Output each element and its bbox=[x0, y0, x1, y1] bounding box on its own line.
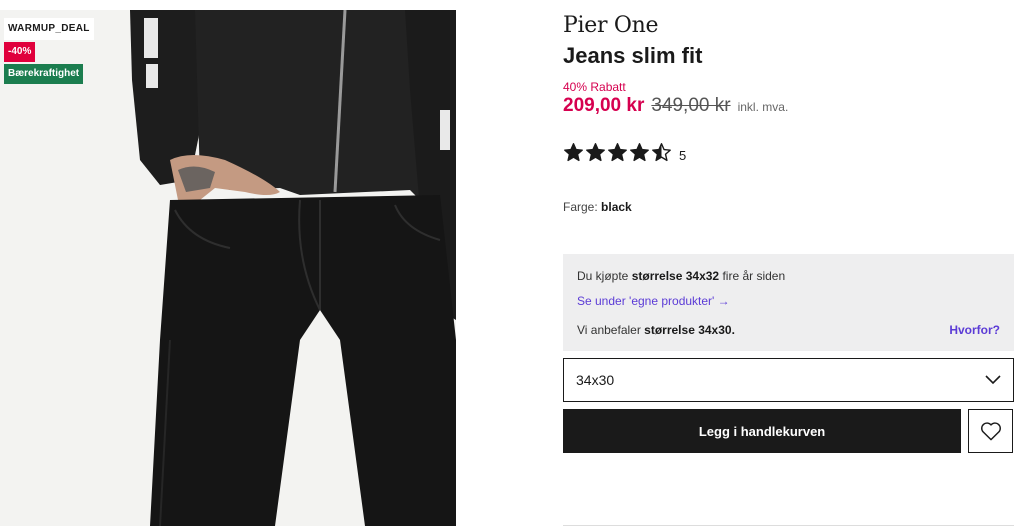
color-row: Farge: black bbox=[563, 200, 1013, 214]
purchased-prefix: Du kjøpte bbox=[577, 269, 629, 283]
size-select[interactable]: 34x30 bbox=[563, 358, 1014, 402]
deal-badge: WARMUP_DEAL bbox=[4, 18, 94, 40]
recommended-size-text: Vi anbefaler størrelse 34x30. bbox=[577, 323, 735, 337]
purchased-suffix: fire år siden bbox=[722, 269, 786, 283]
size-select-value: 34x30 bbox=[576, 372, 615, 388]
star-icon bbox=[608, 143, 627, 162]
price-row: 209,00 kr 349,00 kr inkl. mva. bbox=[563, 95, 1013, 117]
add-to-cart-button[interactable]: Legg i handlekurven bbox=[563, 409, 962, 453]
cta-row: Legg i handlekurven bbox=[563, 409, 1013, 453]
product-image[interactable]: WARMUP_DEAL -40% Bærekraftighet bbox=[0, 10, 456, 526]
star-icon bbox=[564, 143, 583, 162]
star-icon bbox=[652, 143, 671, 162]
product-title: Jeans slim fit bbox=[563, 43, 703, 68]
heart-icon bbox=[980, 422, 1001, 441]
own-products-link[interactable]: Se under 'egne produkter' → bbox=[577, 294, 730, 308]
why-link[interactable]: Hvorfor? bbox=[949, 323, 1000, 337]
purchased-size: størrelse 34x32 bbox=[631, 269, 720, 283]
product-photo-illustration bbox=[0, 10, 456, 526]
discount-badge: -40% bbox=[4, 42, 36, 62]
color-label: Farge: bbox=[563, 200, 598, 214]
product-details: Pier One Jeans slim fit 40% Rabatt 209,0… bbox=[563, 12, 1014, 453]
rating[interactable]: 5 bbox=[563, 143, 1013, 167]
sustainability-badge[interactable]: Bærekraftighet bbox=[4, 64, 84, 84]
discount-label: 40% Rabatt bbox=[563, 80, 626, 94]
rating-count: 5 bbox=[679, 147, 687, 163]
star-icon bbox=[630, 143, 649, 162]
color-value: black bbox=[601, 200, 632, 214]
recommend-prefix: Vi anbefaler bbox=[577, 323, 641, 337]
recommendation-row: Vi anbefaler størrelse 34x30. Hvorfor? bbox=[577, 323, 1000, 337]
wishlist-button[interactable] bbox=[968, 409, 1013, 453]
vat-note: inkl. mva. bbox=[737, 100, 789, 114]
brand-name[interactable]: Pier One bbox=[563, 12, 1013, 40]
chevron-down-icon bbox=[985, 375, 1001, 385]
original-price: 349,00 kr bbox=[651, 95, 731, 116]
star-icon bbox=[586, 143, 605, 162]
divider bbox=[563, 525, 1014, 526]
badge-stack: WARMUP_DEAL -40% Bærekraftighet bbox=[4, 18, 94, 84]
rating-stars bbox=[563, 142, 673, 168]
size-recommendation-box: Du kjøpte størrelse 34x32 fire år siden … bbox=[563, 254, 1014, 351]
purchased-size-text: Du kjøpte størrelse 34x32 fire år siden bbox=[577, 269, 1000, 283]
recommended-size: størrelse 34x30. bbox=[644, 323, 735, 337]
current-price: 209,00 kr bbox=[563, 95, 645, 116]
